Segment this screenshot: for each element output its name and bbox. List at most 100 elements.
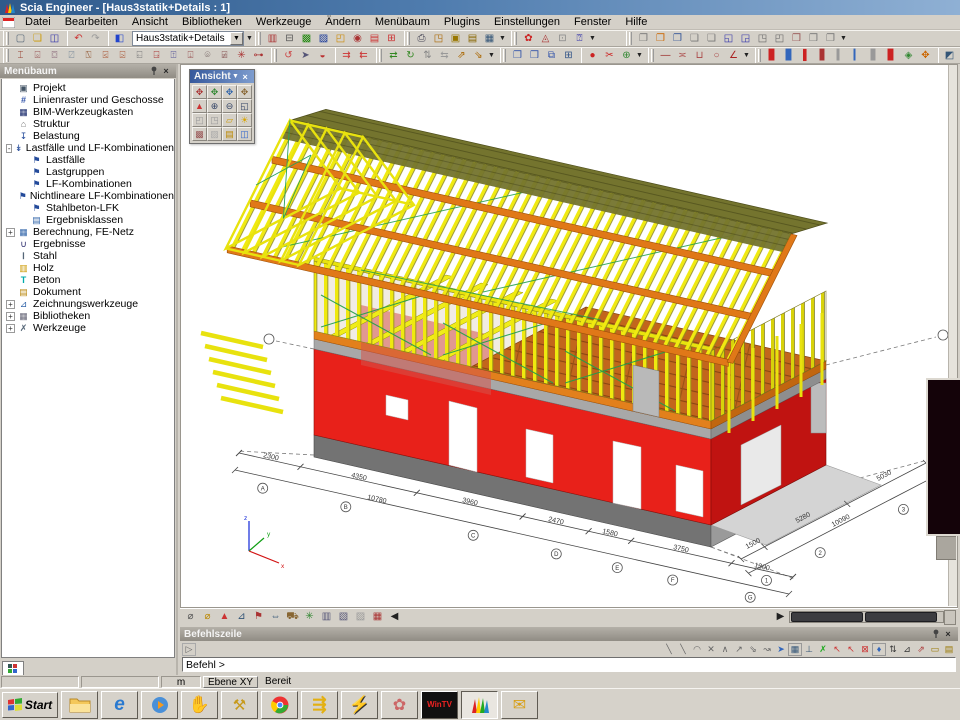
copy-right-icon[interactable]: ⇉ (338, 48, 355, 63)
tree-item-nichtlineare-lfk[interactable]: ⚑Nichtlineare LF-Kombinationen (4, 190, 174, 202)
toolbar-grip[interactable] (629, 32, 632, 45)
member-info-icon[interactable]: ⊡ (554, 31, 571, 46)
level-icon[interactable]: ▲ (216, 610, 233, 625)
snap-edge-icon[interactable]: ⊿ (900, 643, 914, 656)
gallery-icon[interactable]: ◰ (332, 31, 349, 46)
xml-icon[interactable]: ▨ (315, 31, 332, 46)
viewport-hscrollbar[interactable] (789, 611, 944, 623)
tree-item-lastfaelle-lfk[interactable]: -↡Lastfälle und LF-Kombinationen (4, 142, 174, 154)
window-split-icon[interactable]: ◧ (111, 31, 128, 46)
shading-icon[interactable]: ▨ (207, 127, 222, 141)
folder-plus-icon[interactable]: ⊕ (618, 48, 635, 63)
document-icon[interactable]: ▤ (464, 31, 481, 46)
snap-cross-icon[interactable]: ⊠ (858, 643, 872, 656)
opening-icon[interactable]: ⍂ (80, 48, 97, 63)
expand-icon[interactable]: + (6, 300, 15, 309)
draw-dropdown[interactable]: ▼ (742, 48, 751, 63)
view-window-5-icon[interactable]: ❏ (703, 31, 720, 46)
angle-icon[interactable]: ∠ (725, 48, 742, 63)
toolbar-grip[interactable] (258, 32, 261, 45)
tree-item-lf-kombinationen[interactable]: ⚑LF-Kombinationen (4, 178, 174, 190)
view-axo-2-icon[interactable]: ✥ (207, 85, 222, 99)
tree-item-ergebnisklassen[interactable]: ▤Ergebnisklassen (4, 214, 174, 226)
snap-box-icon[interactable]: ▭ (928, 643, 942, 656)
subsoil-icon[interactable]: ⍯ (216, 48, 233, 63)
prop-move-icon[interactable]: ✥ (917, 48, 934, 63)
view-axo-4-icon[interactable]: ✥ (237, 85, 252, 99)
tree-item-bim[interactable]: ▦BIM-Werkzeugkasten (4, 106, 174, 118)
close-panel-icon[interactable]: × (160, 66, 172, 76)
view-window-10-icon[interactable]: ❒ (788, 31, 805, 46)
command-input[interactable] (182, 657, 956, 672)
connect-icon[interactable]: ◬ (537, 31, 554, 46)
prop-b7-icon[interactable]: ▋ (866, 48, 883, 63)
sidebar-tab-menubaum[interactable] (2, 661, 24, 675)
dot-red-icon[interactable]: ● (584, 48, 601, 63)
combo-more-dropdown[interactable]: ▼ (245, 31, 254, 46)
printer-setup-icon[interactable]: ⊟ (281, 31, 298, 46)
snap-arc-icon[interactable]: ◠ (690, 643, 704, 656)
tree-item-ergebnisse[interactable]: ∪Ergebnisse (4, 238, 174, 250)
expand-icon[interactable]: + (6, 312, 15, 321)
zoom-out-icon[interactable]: ⊖ (222, 99, 237, 113)
expand-icon[interactable]: + (6, 228, 15, 237)
prop-b1-icon[interactable]: ▊ (764, 48, 781, 63)
save-icon[interactable]: ◫ (46, 31, 63, 46)
prop-b9-icon[interactable]: ◈ (900, 48, 917, 63)
flag-icon[interactable]: ⚑ (250, 610, 267, 625)
layers-icon[interactable]: ▤ (366, 31, 383, 46)
paste-2-icon[interactable]: ❒ (526, 48, 543, 63)
paste-1-icon[interactable]: ❐ (509, 48, 526, 63)
menu-menuebaum[interactable]: Menübaum (368, 15, 437, 29)
menu-einstellungen[interactable]: Einstellungen (487, 15, 567, 29)
menu-hilfe[interactable]: Hilfe (618, 15, 654, 29)
status-unit[interactable]: m (161, 676, 201, 688)
snap-mid-icon[interactable]: ∧ (718, 643, 732, 656)
palette-dropdown-icon[interactable]: ▼ (231, 73, 241, 80)
rotate-icon[interactable]: ↻ (402, 48, 419, 63)
plate-icon[interactable]: ⍇ (131, 48, 148, 63)
tree-item-lastfaelle[interactable]: ⚑Lastfälle (4, 154, 174, 166)
cursor-select-icon[interactable]: ➤ (297, 48, 314, 63)
terrain-icon[interactable]: ⊿ (233, 610, 250, 625)
palette-close-icon[interactable]: × (240, 72, 250, 82)
connect-members-icon[interactable]: ⊶ (250, 48, 267, 63)
column-icon[interactable]: ⌶ (12, 48, 29, 63)
menu-werkzeuge[interactable]: Werkzeuge (249, 15, 318, 29)
taskbar-palette-app[interactable]: ✿ (381, 691, 418, 719)
delete-dropdown[interactable]: ▼ (635, 48, 644, 63)
array-icon[interactable]: ⇘ (470, 48, 487, 63)
pin-icon[interactable] (148, 66, 160, 77)
tree-item-zeichnungswerkzeuge[interactable]: +⊿Zeichnungswerkzeuge (4, 298, 174, 310)
scale-icon[interactable]: ⇗ (453, 48, 470, 63)
prop-b6-icon[interactable]: ▎ (849, 48, 866, 63)
snap-arrow-icon[interactable]: ⇗ (914, 643, 928, 656)
menu-bearbeiten[interactable]: Bearbeiten (58, 15, 125, 29)
print-preview-icon[interactable]: ◳ (430, 31, 447, 46)
status-plane-button[interactable]: Ebene XY (203, 676, 258, 688)
view-window-8-icon[interactable]: ◳ (754, 31, 771, 46)
mdi-child-icon[interactable] (2, 17, 15, 28)
expand-icon[interactable]: + (6, 324, 15, 333)
tree-item-bibliotheken[interactable]: +▦Bibliotheken (4, 310, 174, 322)
star-icon[interactable]: ✳ (301, 610, 318, 625)
mesh-4-icon[interactable]: ▦ (369, 610, 386, 625)
toolbar-grip[interactable] (6, 49, 9, 62)
snap-point-icon[interactable]: ♦ (872, 643, 886, 656)
open-icon[interactable]: ❏ (29, 31, 46, 46)
taskbar-arrows-app[interactable]: ⇶ (301, 691, 338, 719)
view-window-4-icon[interactable]: ❏ (686, 31, 703, 46)
snap-table-icon[interactable]: ▤ (942, 643, 956, 656)
views-dropdown[interactable]: ▼ (839, 31, 848, 46)
dim-auto-icon[interactable]: ⇔ (267, 610, 284, 625)
check-dropdown[interactable]: ▼ (588, 31, 597, 46)
menu-datei[interactable]: Datei (18, 15, 58, 29)
tree-item-stahlbeton-lfk[interactable]: ⚑Stahlbeton-LFK (4, 202, 174, 214)
open-view-icon[interactable]: ▱ (222, 113, 237, 127)
bim-icon[interactable]: ▩ (298, 31, 315, 46)
prop-b5-icon[interactable]: ▍ (832, 48, 849, 63)
stretch-icon[interactable]: ⇆ (436, 48, 453, 63)
prop-b3-icon[interactable]: ▌ (798, 48, 815, 63)
close-panel-icon[interactable]: × (942, 629, 954, 639)
toolbar-grip[interactable] (379, 49, 382, 62)
